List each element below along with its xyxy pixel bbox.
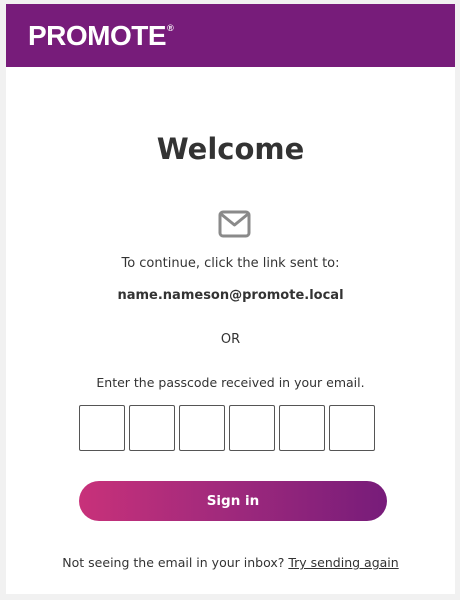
- try-sending-again-link[interactable]: Try sending again: [288, 555, 398, 570]
- recipient-email: name.nameson@promote.local: [117, 288, 344, 303]
- passcode-inputs: [79, 405, 375, 451]
- or-divider: OR: [220, 332, 241, 347]
- resend-prompt: Not seeing the email in your inbox?: [62, 555, 285, 570]
- brand-logo: PROMOTE®: [28, 19, 174, 51]
- brand-header: PROMOTE®: [6, 4, 455, 67]
- brand-name: PROMOTE: [28, 19, 167, 51]
- page-title: Welcome: [156, 132, 305, 166]
- sign-in-button[interactable]: Sign in: [79, 481, 387, 521]
- passcode-digit-4[interactable]: [229, 405, 275, 451]
- passcode-digit-6[interactable]: [329, 405, 375, 451]
- passcode-prompt: Enter the passcode received in your emai…: [96, 375, 365, 390]
- continue-instruction: To continue, click the link sent to:: [121, 256, 340, 271]
- login-card: PROMOTE® Welcome To continue, click the …: [6, 4, 455, 594]
- passcode-digit-1[interactable]: [79, 405, 125, 451]
- passcode-digit-2[interactable]: [129, 405, 175, 451]
- passcode-digit-3[interactable]: [179, 405, 225, 451]
- passcode-digit-5[interactable]: [279, 405, 325, 451]
- mail-icon: [218, 210, 251, 238]
- resend-row: Not seeing the email in your inbox? Try …: [6, 555, 455, 570]
- registered-mark: ®: [167, 22, 174, 33]
